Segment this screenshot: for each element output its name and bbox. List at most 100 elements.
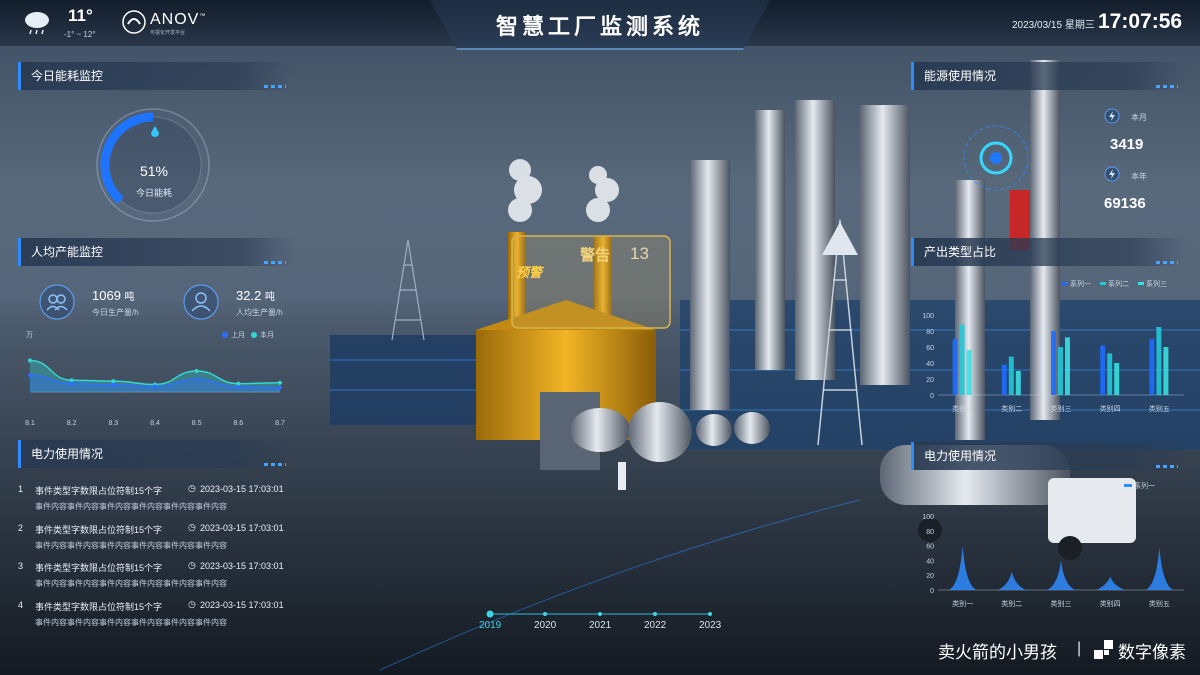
event-body: 事件内容事件内容事件内容事件内容事件内容事件内容 <box>35 617 227 627</box>
timeline-year-2021[interactable]: 2021 <box>589 620 611 631</box>
capacity-legend: 上月 本月 <box>222 330 274 340</box>
event-item[interactable]: 4 事件类型字数限占位符制15个字 ◷ 2023-03-15 17:03:01 事件内容… <box>18 596 298 635</box>
y-tick-label: 20 <box>926 573 934 580</box>
clock-icon: ◷ <box>188 483 196 493</box>
cloud-rain-icon <box>25 12 49 35</box>
peak-mark <box>1047 560 1075 590</box>
stat-per-capita-label: 人均生产量/h <box>236 308 283 317</box>
timeline-dot <box>653 612 657 616</box>
legend-swatch <box>1062 282 1068 285</box>
event-title: 事件类型字数限占位符制15个字 <box>35 524 163 535</box>
bar-系列二 <box>1156 327 1162 395</box>
data-point <box>111 379 116 384</box>
legend-label: 系列一 <box>1070 279 1091 288</box>
bar-系列二 <box>1107 353 1113 395</box>
x-tick-label: 类别四 <box>1100 599 1121 608</box>
users-icon <box>39 284 75 320</box>
x-tick-label: 类别一 <box>952 404 973 413</box>
anov-logo-icon <box>122 10 146 34</box>
month-value: 3419 <box>1110 136 1144 153</box>
panel-title-power-events: 电力使用情况 <box>18 440 294 468</box>
bar-系列三 <box>1114 363 1120 395</box>
x-tick-label: 8.7 <box>275 420 285 427</box>
legend-label: 系列三 <box>1146 279 1167 288</box>
year-value: 69136 <box>1104 195 1146 212</box>
event-item[interactable]: 2 事件类型字数限占位符制15个字 ◷ 2023-03-15 17:03:01 事件内容… <box>18 519 298 558</box>
data-point <box>69 381 74 386</box>
peak-mark <box>1145 547 1174 590</box>
legend-swatch <box>1138 282 1144 285</box>
x-tick-label: 类别三 <box>1051 599 1072 608</box>
panel-title-power: 电力使用情况 <box>911 442 1186 470</box>
watermark-divider: | <box>1077 640 1082 657</box>
year-timeline: 2019 2020 2021 2022 2023 <box>470 620 730 634</box>
event-list: 1 事件类型字数限占位符制15个字 ◷ 2023-03-15 17:03:01 事件内容… <box>18 480 298 634</box>
timeline-dot <box>486 610 494 618</box>
stat-production-label: 今日生产量/h <box>92 308 139 317</box>
brand-subtitle: 可视化开发平台 <box>150 30 186 36</box>
timeline-year-2019[interactable]: 2019 <box>479 620 501 631</box>
y-tick-label: 100 <box>922 313 934 320</box>
x-tick-label: 类别二 <box>1001 599 1022 608</box>
timeline-year-2022[interactable]: 2022 <box>644 620 666 631</box>
bar-系列一 <box>1100 345 1106 395</box>
x-tick-label: 8.3 <box>108 420 118 427</box>
timeline-year-2020[interactable]: 2020 <box>534 620 556 631</box>
data-point <box>236 384 241 389</box>
y-tick-label: 0 <box>930 588 934 595</box>
stat-per-capita: 32.2 吨 <box>236 288 275 303</box>
power-peak-chart: 系列一 0 20 40 60 80 100 类别一 类别二 类别三 类别四 类别五 <box>922 481 1184 608</box>
data-point <box>278 380 282 385</box>
event-item[interactable]: 1 事件类型字数限占位符制15个字 ◷ 2023-03-15 17:03:01 事件内容… <box>18 480 298 519</box>
y-tick-label: 60 <box>926 345 934 352</box>
peak-mark <box>997 571 1026 590</box>
watermark-brand: 数字像素 <box>1118 643 1186 662</box>
capacity-area-chart: 8.1 8.2 8.3 8.4 8.5 8.6 8.7 <box>25 358 285 427</box>
event-title: 事件类型字数限占位符制15个字 <box>35 486 163 496</box>
bar-系列二 <box>959 324 965 395</box>
y-tick-label: 0 <box>930 393 934 400</box>
timeline-dot <box>598 612 602 616</box>
watermark-author: 卖火箭的小男孩 <box>938 643 1057 662</box>
data-point <box>153 384 157 389</box>
energy-percent: 51% <box>139 163 169 179</box>
timeline-track <box>486 610 712 618</box>
bar-系列一 <box>1001 364 1007 395</box>
data-point <box>111 382 116 387</box>
user-icon <box>183 284 219 320</box>
x-tick-label: 类别五 <box>1149 404 1170 413</box>
drop-icon <box>151 126 159 137</box>
energy-label: 今日能耗 <box>135 188 172 198</box>
event-body: 事件内容事件内容事件内容事件内容事件内容事件内容 <box>35 502 227 511</box>
bar-系列二 <box>1058 347 1063 395</box>
event-title: 事件类型字数限占位符制15个字 <box>35 563 163 573</box>
event-time: 2023-03-15 17:03:01 <box>200 522 284 533</box>
event-number: 1 <box>18 484 24 494</box>
event-title: 事件类型字数限占位符制15个字 <box>35 601 163 612</box>
y-tick-label: 40 <box>926 361 934 368</box>
event-time: 2023-03-15 17:03:01 <box>200 484 284 494</box>
chart-unit-label: 万 <box>26 332 33 339</box>
data-point <box>194 369 199 373</box>
panel-title-capacity: 人均产能监控 <box>18 238 294 266</box>
pixel-logo-icon <box>1094 640 1113 659</box>
timeline-year-2023[interactable]: 2023 <box>699 620 721 631</box>
year-label: 本年 <box>1131 172 1147 181</box>
x-tick-label: 类别五 <box>1149 599 1170 608</box>
clock-icon: ◷ <box>188 560 196 570</box>
peak-mark <box>948 545 977 590</box>
panel-title-output: 产出类型占比 <box>911 238 1186 266</box>
event-item[interactable]: 3 事件类型字数限占位符制15个字 ◷ 2023-03-15 17:03:01 事件内容… <box>18 557 298 596</box>
billboard-warning: 警告 <box>580 247 611 264</box>
x-tick-label: 类别四 <box>1100 404 1121 413</box>
legend-swatch <box>1124 484 1132 487</box>
temperature: 11° <box>68 6 93 25</box>
x-tick-label: 8.4 <box>150 420 160 427</box>
x-tick-label: 8.2 <box>67 420 77 427</box>
x-tick-label: 8.6 <box>233 420 243 427</box>
peak-mark <box>1096 576 1125 590</box>
timeline-dot <box>708 612 712 616</box>
date-display: 2023/03/15 星期三 <box>1012 20 1095 31</box>
x-tick-label: 类别一 <box>952 599 973 608</box>
bar-系列三 <box>1163 347 1169 395</box>
